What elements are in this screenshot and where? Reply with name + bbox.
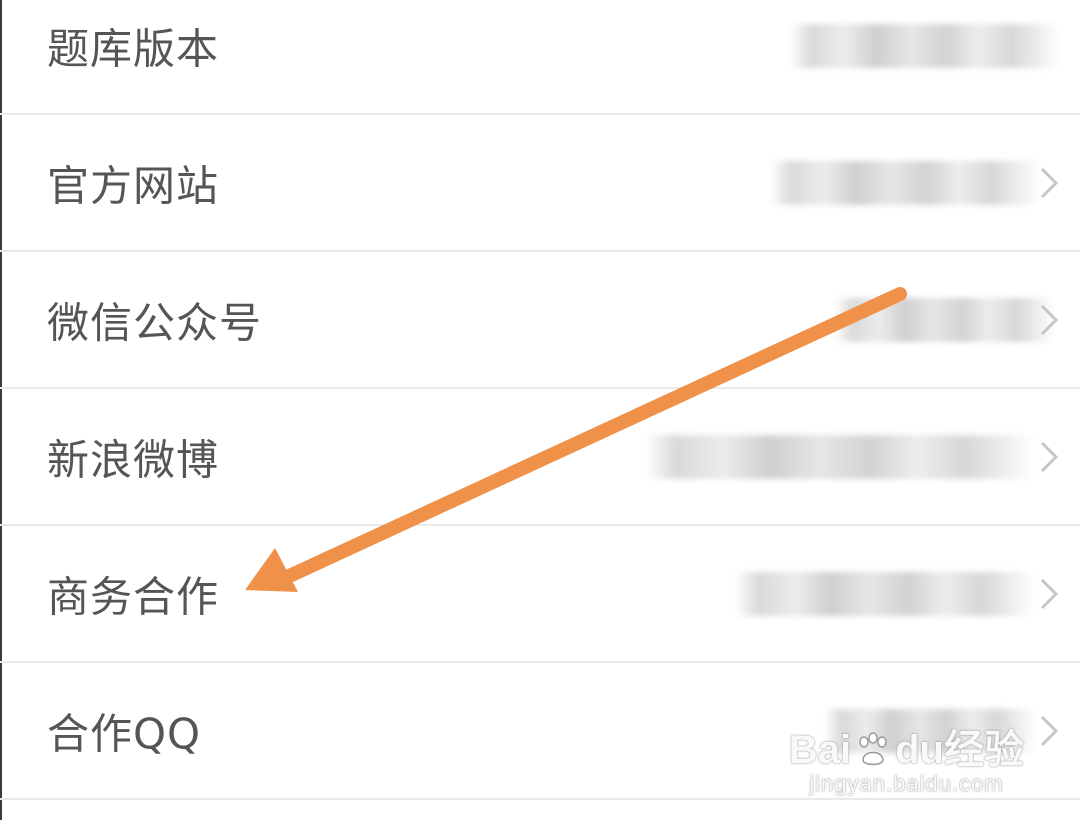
row-sina-weibo[interactable]: 新浪微博 — [0, 389, 1080, 526]
row-official-website[interactable]: 官方网站 — [0, 115, 1080, 252]
row-question-bank-version[interactable]: 题库版本 — [0, 0, 1080, 115]
row-label: 题库版本 — [47, 24, 220, 73]
blurred-value — [735, 571, 1035, 616]
chevron-right-icon — [1040, 441, 1059, 472]
chevron-right-icon — [1040, 715, 1059, 746]
baidu-paw-icon — [859, 732, 887, 766]
blurred-value — [790, 23, 1060, 68]
blurred-value — [835, 297, 1055, 342]
watermark-url: jingyan.baidu.com — [809, 771, 1004, 796]
watermark-brand-left: Bai — [788, 728, 852, 772]
row-label: 合作QQ — [47, 709, 202, 758]
blurred-value — [645, 434, 1035, 479]
row-label: 新浪微博 — [47, 435, 220, 484]
row-label: 微信公众号 — [47, 298, 263, 347]
baidu-jingyan-watermark: Bai du 经验 jingyan.baidu.com — [789, 728, 1024, 796]
chevron-right-icon — [1040, 167, 1059, 198]
watermark-brand-cn: 经验 — [944, 728, 1024, 772]
row-wechat-official-account[interactable]: 微信公众号 — [0, 252, 1080, 389]
chevron-right-icon — [1040, 578, 1059, 609]
row-label: 官方网站 — [47, 161, 220, 210]
watermark-logo: Bai du 经验 — [789, 728, 1024, 772]
row-business-cooperation[interactable]: 商务合作 — [0, 526, 1080, 663]
row-label: 商务合作 — [47, 572, 220, 621]
chevron-right-icon — [1040, 304, 1059, 335]
watermark-brand-right: du — [895, 728, 944, 772]
blurred-value — [770, 160, 1040, 205]
